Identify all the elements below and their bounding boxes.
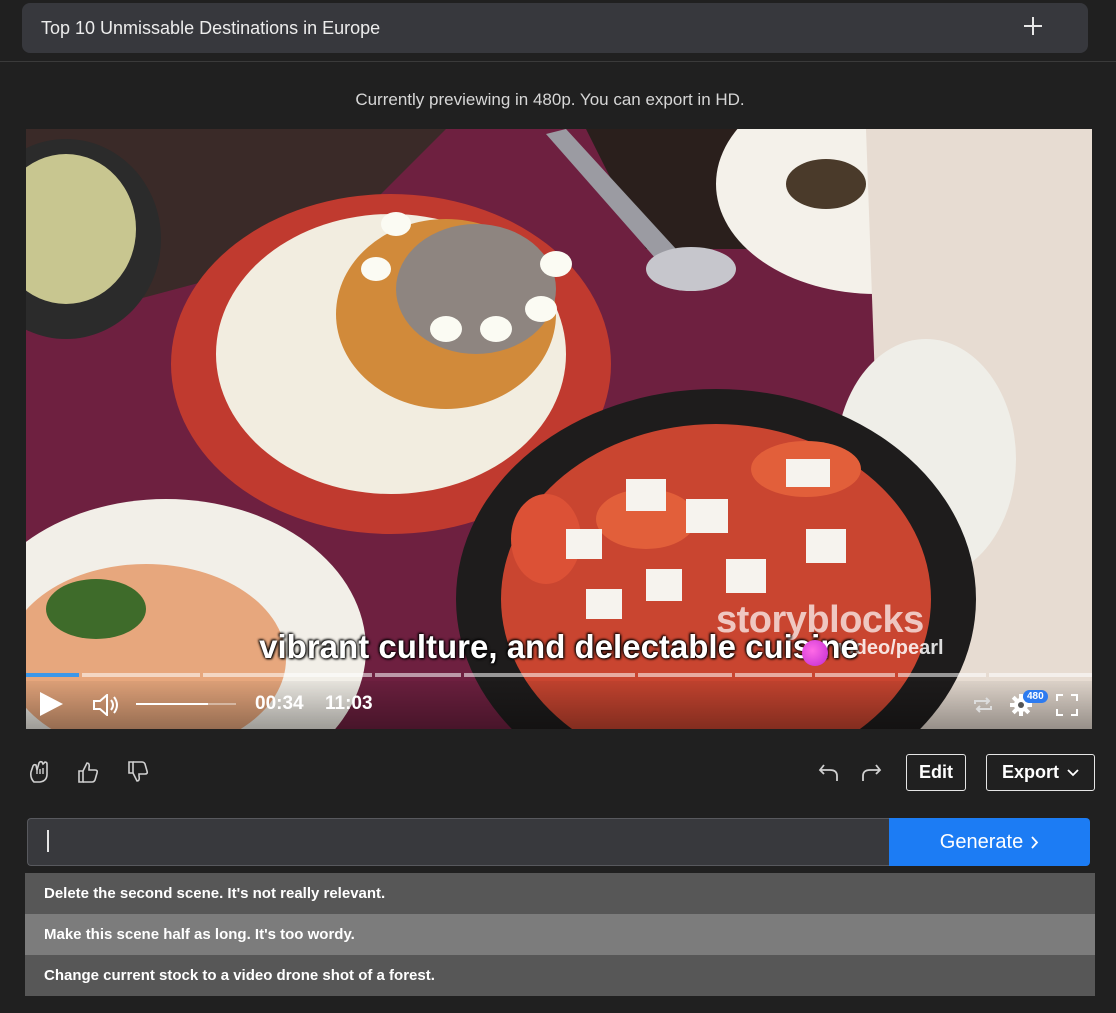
prompt-input[interactable] [27,818,890,866]
redo-icon[interactable] [860,763,882,783]
progress-segment [815,673,895,677]
progress-segment [897,673,986,677]
generate-button[interactable]: Generate [889,818,1090,866]
volume-icon[interactable] [92,694,122,716]
suggestion-item[interactable]: Delete the second scene. It's not really… [25,873,1095,914]
play-icon[interactable] [38,691,64,717]
quality-badge: 480 [1023,690,1048,703]
progress-segment [375,673,461,677]
video-caption: vibrant culture, and delectable cuisine [259,628,859,665]
total-time: 11:03 [325,693,373,714]
preview-notice: Currently previewing in 480p. You can ex… [355,90,745,109]
volume-level [136,703,208,705]
suggestion-item[interactable]: Change current stock to a video drone sh… [25,955,1095,996]
progress-segment [638,673,732,677]
progress-segment [734,673,813,677]
thumbs-down-icon[interactable] [126,760,150,784]
progress-segment [988,673,1092,677]
project-title: Top 10 Unmissable Destinations in Europe [41,17,381,38]
player-controls: 00:34 11:03 480 [26,681,1092,729]
suggestion-list: Delete the second scene. It's not really… [25,873,1095,996]
thumbs-up-icon[interactable] [76,760,100,784]
edit-button[interactable]: Edit [906,754,966,791]
video-player[interactable]: storyblocks video/pearl vibrant culture,… [26,129,1092,729]
top-bar: Top 10 Unmissable Destinations in Europe [0,0,1116,62]
progress-bar[interactable] [26,673,1092,677]
cursor-indicator [802,640,828,666]
plus-icon[interactable] [1022,15,1044,37]
progress-segment [203,673,373,677]
generate-label: Generate [939,830,1024,853]
clapping-hands-icon[interactable] [28,760,52,784]
progress-played [26,673,79,677]
loop-icon[interactable] [972,695,994,715]
prompt-row: Generate [27,818,1090,866]
current-time: 00:34 [255,693,304,714]
action-bar: Edit Export [0,754,1116,792]
text-caret [47,830,49,852]
export-label: Export [1001,762,1059,782]
project-title-bar[interactable]: Top 10 Unmissable Destinations in Europe [22,3,1088,53]
progress-segment [81,673,201,677]
suggestion-item[interactable]: Make this scene half as long. It's too w… [25,914,1095,955]
progress-segment [463,673,636,677]
fullscreen-icon[interactable] [1056,694,1078,716]
chevron-right-icon [1031,835,1039,849]
chevron-down-icon [1067,768,1079,776]
undo-icon[interactable] [818,763,840,783]
export-button[interactable]: Export [986,754,1095,791]
